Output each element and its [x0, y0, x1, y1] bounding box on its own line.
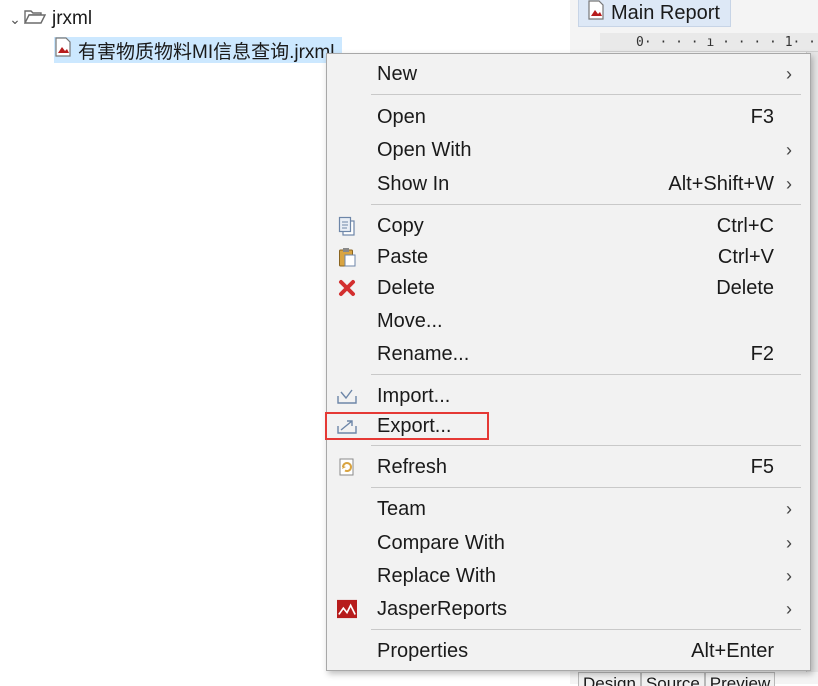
submenu-arrow-icon: › — [786, 598, 792, 619]
import-icon — [337, 386, 357, 406]
tree-file-item[interactable]: 有害物质物料MI信息查询.jrxml — [54, 37, 343, 63]
menu-separator — [371, 204, 801, 205]
menu-item-shortcut: Delete — [716, 276, 774, 299]
tree-folder-jrxml[interactable]: ⌄ jrxml — [6, 6, 92, 32]
context-menu: New › Open F3 Open With › Show In Alt+Sh… — [326, 53, 811, 671]
menu-item-label: Open — [377, 105, 426, 128]
submenu-arrow-icon: › — [786, 63, 792, 84]
menu-item-label: Open With — [377, 138, 472, 161]
menu-separator — [371, 629, 801, 630]
submenu-arrow-icon: › — [786, 173, 792, 194]
menu-item-label: Properties — [377, 639, 469, 662]
menu-separator — [371, 487, 801, 488]
menu-item-label: Copy — [377, 214, 424, 237]
menu-item-replace-with[interactable]: Replace With › — [327, 561, 810, 591]
menu-item-shortcut: F3 — [750, 105, 774, 128]
menu-item-shortcut: Alt+Enter — [691, 639, 774, 662]
menu-item-rename[interactable]: Rename... F2 — [327, 339, 810, 369]
ruler-ticks: 0· · · · ı · · · · 1· · · · ı · · · — [636, 34, 818, 50]
menu-item-properties[interactable]: Properties Alt+Enter — [327, 636, 810, 666]
menu-item-jasperreports[interactable]: JasperReports › — [327, 594, 810, 624]
menu-item-label: JasperReports — [377, 597, 508, 620]
paste-icon — [337, 247, 357, 267]
submenu-arrow-icon: › — [786, 532, 792, 553]
tree-folder-label: jrxml — [52, 8, 93, 29]
menu-item-new[interactable]: New › — [327, 59, 810, 89]
menu-item-move[interactable]: Move... — [327, 306, 810, 336]
menu-item-open[interactable]: Open F3 — [327, 102, 810, 132]
menu-item-label: New — [377, 62, 418, 85]
tab-main-report[interactable]: Main Report — [578, 0, 731, 27]
menu-item-label: Replace With — [377, 564, 496, 587]
menu-item-show-in[interactable]: Show In Alt+Shift+W › — [327, 169, 810, 199]
menu-item-open-with[interactable]: Open With › — [327, 135, 810, 165]
menu-item-label: Rename... — [377, 342, 470, 365]
menu-item-label: Team — [377, 497, 426, 520]
report-file-icon — [54, 37, 72, 63]
chevron-down-icon[interactable]: ⌄ — [6, 11, 24, 28]
menu-item-team[interactable]: Team › — [327, 494, 810, 524]
menu-item-copy[interactable]: Copy Ctrl+C — [327, 211, 810, 241]
submenu-arrow-icon: › — [786, 139, 792, 160]
refresh-icon — [337, 457, 357, 477]
report-file-icon — [587, 0, 605, 26]
menu-item-label: Show In — [377, 172, 450, 195]
menu-item-shortcut: F2 — [750, 342, 774, 365]
menu-separator — [371, 374, 801, 375]
folder-open-icon — [23, 8, 47, 30]
menu-item-shortcut: Ctrl+V — [717, 245, 774, 268]
copy-icon — [337, 216, 357, 236]
menu-item-label: Delete — [377, 276, 435, 299]
menu-item-label: Refresh — [377, 455, 448, 478]
submenu-arrow-icon: › — [786, 565, 792, 586]
menu-separator — [371, 94, 801, 95]
tree-file-label: 有害物质物料MI信息查询.jrxml — [78, 41, 335, 63]
export-highlight-box — [325, 412, 489, 440]
delete-icon — [337, 278, 357, 298]
submenu-arrow-icon: › — [786, 498, 792, 519]
menu-item-refresh[interactable]: Refresh F5 — [327, 452, 810, 482]
menu-item-paste[interactable]: Paste Ctrl+V — [327, 242, 810, 272]
menu-item-label: Paste — [377, 245, 429, 268]
menu-item-shortcut: Ctrl+C — [716, 214, 774, 237]
menu-item-compare-with[interactable]: Compare With › — [327, 528, 810, 558]
menu-item-label: Compare With — [377, 531, 505, 554]
menu-item-import[interactable]: Import... — [327, 381, 810, 411]
ruler: 0· · · · ı · · · · 1· · · · ı · · · — [600, 33, 818, 52]
menu-item-label: Move... — [377, 309, 443, 332]
menu-separator — [371, 445, 801, 446]
menu-item-delete[interactable]: Delete Delete — [327, 273, 810, 303]
tab-main-report-label: Main Report — [611, 1, 720, 24]
menu-item-shortcut: F5 — [750, 455, 774, 478]
menu-item-label: Import... — [377, 384, 451, 407]
jasperreports-icon — [337, 599, 357, 619]
menu-item-shortcut: Alt+Shift+W — [668, 172, 774, 195]
